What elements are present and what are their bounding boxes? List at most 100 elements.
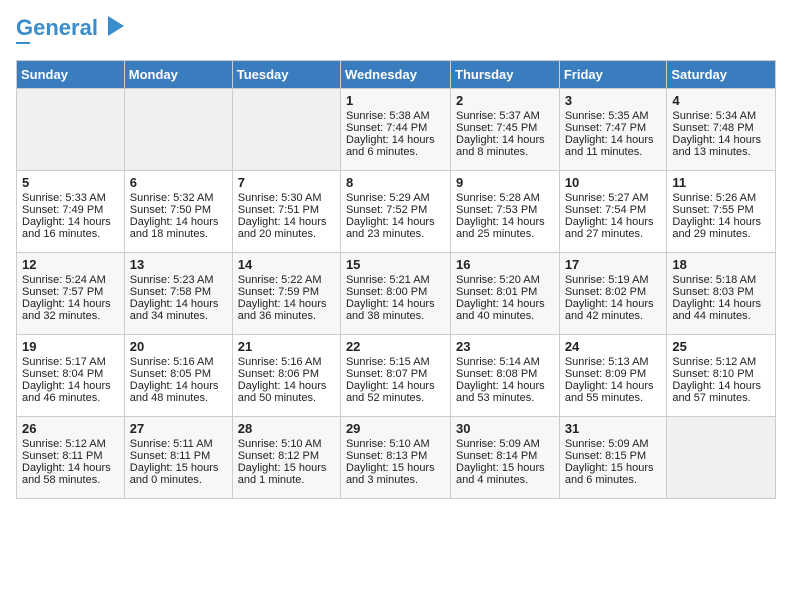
day-number: 26: [22, 421, 119, 436]
day-number: 30: [456, 421, 554, 436]
calendar-cell: 22Sunrise: 5:15 AMSunset: 8:07 PMDayligh…: [340, 335, 450, 417]
sunset-label: Sunset: 7:48 PM: [672, 122, 753, 134]
daylight-label: Daylight: 14 hours and 13 minutes.: [672, 134, 761, 158]
weekday-header-wednesday: Wednesday: [340, 61, 450, 89]
sunrise-label: Sunrise: 5:09 AM: [565, 438, 649, 450]
sunrise-label: Sunrise: 5:17 AM: [22, 356, 106, 368]
daylight-label: Daylight: 14 hours and 58 minutes.: [22, 462, 111, 486]
sunrise-label: Sunrise: 5:11 AM: [130, 438, 213, 450]
calendar-cell: 25 Sunrise: 5:12 AMSunset: 8:10 PMDayligh…: [667, 335, 776, 417]
day-number: 3: [565, 93, 662, 108]
daylight-label: Daylight: 14 hours and 27 minutes.: [565, 216, 654, 240]
sunset-label: Sunset: 7:57 PM: [22, 286, 103, 298]
day-number: 2: [456, 93, 554, 108]
calendar-cell: 4Sunrise: 5:34 AMSunset: 7:48 PMDaylight…: [667, 89, 776, 171]
sunrise-label: Sunrise: 5:34 AM: [672, 110, 756, 122]
sunset-label: Sunset: 8:07 PM: [346, 368, 427, 380]
sunset-label: Sunset: 7:54 PM: [565, 204, 646, 216]
sunset-label: Sunset: 7:45 PM: [456, 122, 537, 134]
daylight-label: Daylight: 14 hours and 40 minutes.: [456, 298, 545, 322]
calendar-cell: 11 Sunrise: 5:26 AMSunset: 7:55 PMDayligh…: [667, 171, 776, 253]
daylight-label: Daylight: 14 hours and 32 minutes.: [22, 298, 111, 322]
daylight-label: Daylight: 14 hours and 25 minutes.: [456, 216, 545, 240]
day-number: 31: [565, 421, 662, 436]
sunrise-label: Sunrise: 5:13 AM: [565, 356, 649, 368]
sunset-label: Sunset: 7:51 PM: [238, 204, 319, 216]
sunset-label: Sunset: 8:00 PM: [346, 286, 427, 298]
sunrise-label: Sunrise: 5:19 AM: [565, 274, 649, 286]
calendar-cell: [124, 89, 232, 171]
calendar-cell: 7Sunrise: 5:30 AMSunset: 7:51 PMDaylight…: [232, 171, 340, 253]
calendar-cell: 26Sunrise: 5:12 AMSunset: 8:11 PMDayligh…: [17, 417, 125, 499]
sunrise-label: Sunrise: 5:33 AM: [22, 192, 106, 204]
daylight-label: Daylight: 14 hours and 34 minutes.: [130, 298, 219, 322]
daylight-label: Daylight: 14 hours and 46 minutes.: [22, 380, 111, 404]
daylight-label: Daylight: 14 hours and 20 minutes.: [238, 216, 327, 240]
sunrise-label: Sunrise: 5:38 AM: [346, 110, 430, 122]
daylight-label: Daylight: 14 hours and 57 minutes.: [672, 380, 761, 404]
sunrise-label: Sunrise: 5:28 AM: [456, 192, 540, 204]
calendar-cell: [17, 89, 125, 171]
calendar-cell: [667, 417, 776, 499]
calendar-cell: 13Sunrise: 5:23 AMSunset: 7:58 PMDayligh…: [124, 253, 232, 335]
sunset-label: Sunset: 7:44 PM: [346, 122, 427, 134]
sunrise-label: Sunrise: 5:32 AM: [130, 192, 214, 204]
daylight-label: Daylight: 14 hours and 48 minutes.: [130, 380, 219, 404]
daylight-label: Daylight: 14 hours and 8 minutes.: [456, 134, 545, 158]
day-number: 18: [672, 257, 770, 272]
daylight-label: Daylight: 14 hours and 18 minutes.: [130, 216, 219, 240]
sunrise-label: Sunrise: 5:35 AM: [565, 110, 649, 122]
calendar-cell: 16Sunrise: 5:20 AMSunset: 8:01 PMDayligh…: [451, 253, 560, 335]
logo: General: [16, 16, 128, 50]
sunset-label: Sunset: 7:58 PM: [130, 286, 211, 298]
day-number: 25: [672, 339, 770, 354]
sunset-label: Sunset: 8:15 PM: [565, 450, 646, 462]
daylight-label: Daylight: 14 hours and 53 minutes.: [456, 380, 545, 404]
sunrise-label: Sunrise: 5:14 AM: [456, 356, 540, 368]
daylight-label: Daylight: 14 hours and 38 minutes.: [346, 298, 435, 322]
sunset-label: Sunset: 8:13 PM: [346, 450, 427, 462]
daylight-label: Daylight: 15 hours and 1 minute.: [238, 462, 327, 486]
sunrise-label: Sunrise: 5:12 AM: [672, 356, 756, 368]
day-number: 11: [672, 175, 770, 190]
day-number: 23: [456, 339, 554, 354]
sunset-label: Sunset: 8:01 PM: [456, 286, 537, 298]
day-number: 6: [130, 175, 227, 190]
sunrise-label: Sunrise: 5:26 AM: [672, 192, 756, 204]
day-number: 21: [238, 339, 335, 354]
sunrise-label: Sunrise: 5:10 AM: [238, 438, 322, 450]
sunset-label: Sunset: 8:04 PM: [22, 368, 103, 380]
weekday-header-friday: Friday: [559, 61, 667, 89]
calendar-cell: 31Sunrise: 5:09 AMSunset: 8:15 PMDayligh…: [559, 417, 667, 499]
calendar-cell: 18Sunrise: 5:18 AMSunset: 8:03 PMDayligh…: [667, 253, 776, 335]
sunset-label: Sunset: 8:05 PM: [130, 368, 211, 380]
calendar-cell: 12Sunrise: 5:24 AMSunset: 7:57 PMDayligh…: [17, 253, 125, 335]
sunrise-label: Sunrise: 5:23 AM: [130, 274, 214, 286]
daylight-label: Daylight: 14 hours and 16 minutes.: [22, 216, 111, 240]
calendar-cell: 15Sunrise: 5:21 AMSunset: 8:00 PMDayligh…: [340, 253, 450, 335]
daylight-label: Daylight: 14 hours and 29 minutes.: [672, 216, 761, 240]
sunset-label: Sunset: 8:11 PM: [130, 450, 211, 462]
daylight-label: Daylight: 14 hours and 44 minutes.: [672, 298, 761, 322]
weekday-header-thursday: Thursday: [451, 61, 560, 89]
calendar-cell: 8Sunrise: 5:29 AMSunset: 7:52 PMDaylight…: [340, 171, 450, 253]
logo-line-icon: [16, 36, 30, 50]
sunset-label: Sunset: 8:12 PM: [238, 450, 319, 462]
sunset-label: Sunset: 7:55 PM: [672, 204, 753, 216]
day-number: 19: [22, 339, 119, 354]
sunset-label: Sunset: 8:10 PM: [672, 368, 753, 380]
day-number: 10: [565, 175, 662, 190]
daylight-label: Daylight: 14 hours and 23 minutes.: [346, 216, 435, 240]
sunrise-label: Sunrise: 5:18 AM: [672, 274, 756, 286]
calendar-cell: 6Sunrise: 5:32 AMSunset: 7:50 PMDaylight…: [124, 171, 232, 253]
sunset-label: Sunset: 7:53 PM: [456, 204, 537, 216]
day-number: 15: [346, 257, 445, 272]
weekday-header-tuesday: Tuesday: [232, 61, 340, 89]
sunrise-label: Sunrise: 5:16 AM: [238, 356, 322, 368]
day-number: 20: [130, 339, 227, 354]
weekday-header-sunday: Sunday: [17, 61, 125, 89]
day-number: 1: [346, 93, 445, 108]
calendar-cell: 29Sunrise: 5:10 AMSunset: 8:13 PMDayligh…: [340, 417, 450, 499]
calendar-cell: 9Sunrise: 5:28 AMSunset: 7:53 PMDaylight…: [451, 171, 560, 253]
weekday-header-monday: Monday: [124, 61, 232, 89]
